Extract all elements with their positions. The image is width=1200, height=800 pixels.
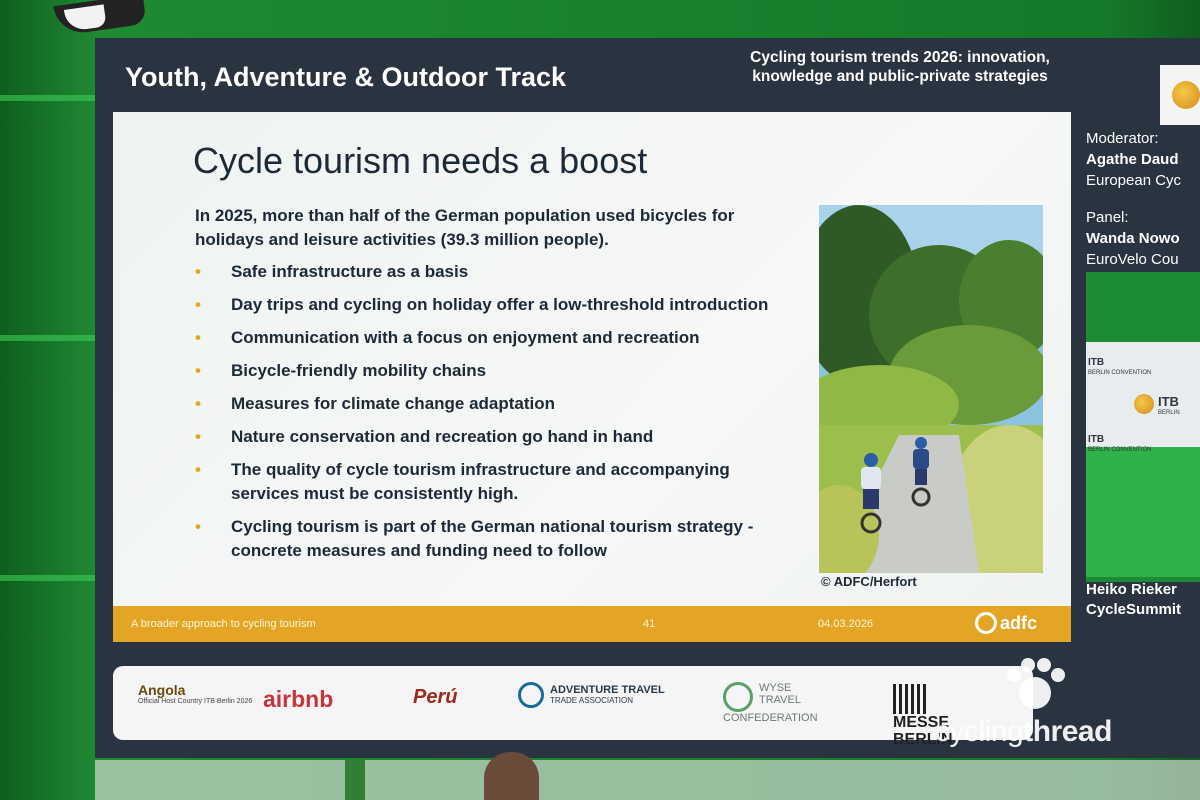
bullet-text: Cycling tourism is part of the German na…	[231, 517, 754, 560]
bullet-icon: •	[195, 427, 201, 446]
panel-org: EuroVelo Cou	[1086, 251, 1179, 268]
moderator-label: Moderator:	[1086, 130, 1159, 147]
bullet-icon: •	[195, 262, 201, 281]
watermark-text: thread	[1023, 715, 1112, 748]
bullet-item: • Bicycle-friendly mobility chains	[195, 359, 795, 383]
bullet-text: The quality of cycle tourism infrastruct…	[231, 460, 730, 503]
airbnb-logo: airbnb	[263, 686, 333, 713]
watermark-text: cycling	[935, 715, 1024, 748]
globe-icon	[1172, 81, 1200, 109]
cycling-photo-illustration	[819, 205, 1043, 573]
bullet-icon: •	[195, 361, 201, 380]
panel-label: Panel:	[1086, 209, 1129, 226]
stage-light-stripe	[0, 335, 95, 341]
slide: Cycle tourism needs a boost In 2025, mor…	[113, 112, 1071, 642]
peru-text: Perú	[413, 686, 458, 708]
session-title: Cycling tourism trends 2026: innovation,…	[750, 49, 1050, 85]
atta-text: ADVENTURE TRAVEL	[550, 684, 665, 696]
speaker-video-feed: ITB BERLIN CONVENTION ITB BERLIN ITB BER…	[1086, 272, 1200, 582]
bullet-item: • Cycling tourism is part of the German n…	[195, 515, 795, 563]
bullet-icon: •	[195, 517, 201, 536]
stage-light-stripe	[0, 95, 95, 101]
slide-number: 41	[643, 618, 656, 630]
bullet-text: Nature conservation and recreation go ha…	[231, 427, 654, 446]
stage-railing	[95, 760, 1200, 800]
slide-date: 04.03.2026	[818, 618, 874, 630]
footer-text: A broader approach to cycling tourism	[131, 618, 316, 630]
sponsor-bar: Angola Official Host Country ITB Berlin 2…	[113, 666, 1033, 748]
green-backdrop	[1086, 447, 1200, 577]
itb-logo	[1160, 65, 1200, 125]
bullet-item: • Safe infrastructure as a basis	[195, 260, 795, 284]
speaker-sidebar: Moderator: Agathe Daud European Cyc Pane…	[1086, 128, 1181, 270]
bullet-icon: •	[195, 328, 201, 347]
track-title: Youth, Adventure & Outdoor Track	[125, 62, 567, 92]
bullet-text: Measures for climate change adaptation	[231, 394, 556, 413]
slide-footer: A broader approach to cycling tourism 41…	[113, 606, 1071, 642]
photo-credit: © ADFC/Herfort	[821, 574, 917, 589]
itb-subtext: BERLIN CONVENTION	[1088, 370, 1152, 376]
audience-head	[484, 752, 539, 800]
bullet-icon: •	[195, 295, 201, 314]
bullet-item: • Measures for climate change adaptation	[195, 392, 795, 416]
wyse-logo: WYSE TRAVEL CONFEDERATION	[723, 682, 818, 724]
bullet-item: • Nature conservation and recreation go h…	[195, 425, 795, 449]
moderator-name: Agathe Daud	[1086, 151, 1179, 168]
adfc-ring-icon	[975, 612, 997, 634]
itb-subtext: BERLIN CONVENTION	[1088, 447, 1152, 453]
slide-intro: In 2025, more than half of the German po…	[195, 206, 735, 249]
bullet-text: Day trips and cycling on holiday offer a…	[231, 295, 769, 314]
peru-logo: Perú	[413, 686, 457, 709]
bullet-text: Safe infrastructure as a basis	[231, 262, 469, 281]
adfc-logo: adfc	[975, 612, 1037, 634]
moderator-org: European Cyc	[1086, 172, 1182, 189]
airbnb-text: airbnb	[263, 686, 334, 712]
paw-icon	[1007, 658, 1065, 709]
panel-name: Wanda Nowo	[1086, 230, 1180, 247]
speaker-name: Heiko Rieker	[1086, 581, 1177, 598]
stage-light-stripe	[0, 575, 95, 581]
angola-text: Angola	[138, 682, 186, 698]
wyse-circle-icon	[723, 682, 753, 712]
bullet-icon: •	[195, 460, 201, 479]
itb-text: ITB	[1088, 357, 1105, 368]
angola-subtext: Official Host Country ITB Berlin 2026	[138, 698, 253, 705]
itb-subtext: BERLIN	[1158, 410, 1180, 416]
bullet-text: Communication with a focus on enjoyment …	[231, 328, 700, 347]
atta-logo: ADVENTURE TRAVEL TRADE ASSOCIATION	[518, 682, 665, 708]
bullet-item: • Communication with a focus on enjoyment…	[195, 326, 795, 350]
adfc-logo-text: adfc	[1000, 613, 1038, 633]
bullet-list: • Safe infrastructure as a basis • Day trip…	[195, 260, 795, 572]
atta-globe-icon	[518, 682, 544, 708]
watermark: cyclingthread	[935, 715, 1112, 749]
speaker-caption: Heiko Rieker CycleSummit	[1086, 580, 1181, 620]
angola-logo: Angola Official Host Country ITB Berlin 2…	[138, 682, 252, 705]
globe-icon	[1134, 394, 1154, 414]
messe-columns-icon	[893, 684, 927, 714]
itb-text: ITB	[1088, 434, 1105, 445]
speaker-org: CycleSummit	[1086, 601, 1182, 618]
itb-text: ITB	[1158, 394, 1179, 409]
bullet-text: Bicycle-friendly mobility chains	[231, 361, 487, 380]
bullet-icon: •	[195, 394, 201, 413]
bullet-item: • Day trips and cycling on holiday offer …	[195, 293, 795, 317]
bullet-item: • The quality of cycle tourism infrastruc…	[195, 458, 795, 506]
slide-heading: Cycle tourism needs a boost	[193, 140, 648, 181]
cycling-photo	[819, 205, 1043, 573]
